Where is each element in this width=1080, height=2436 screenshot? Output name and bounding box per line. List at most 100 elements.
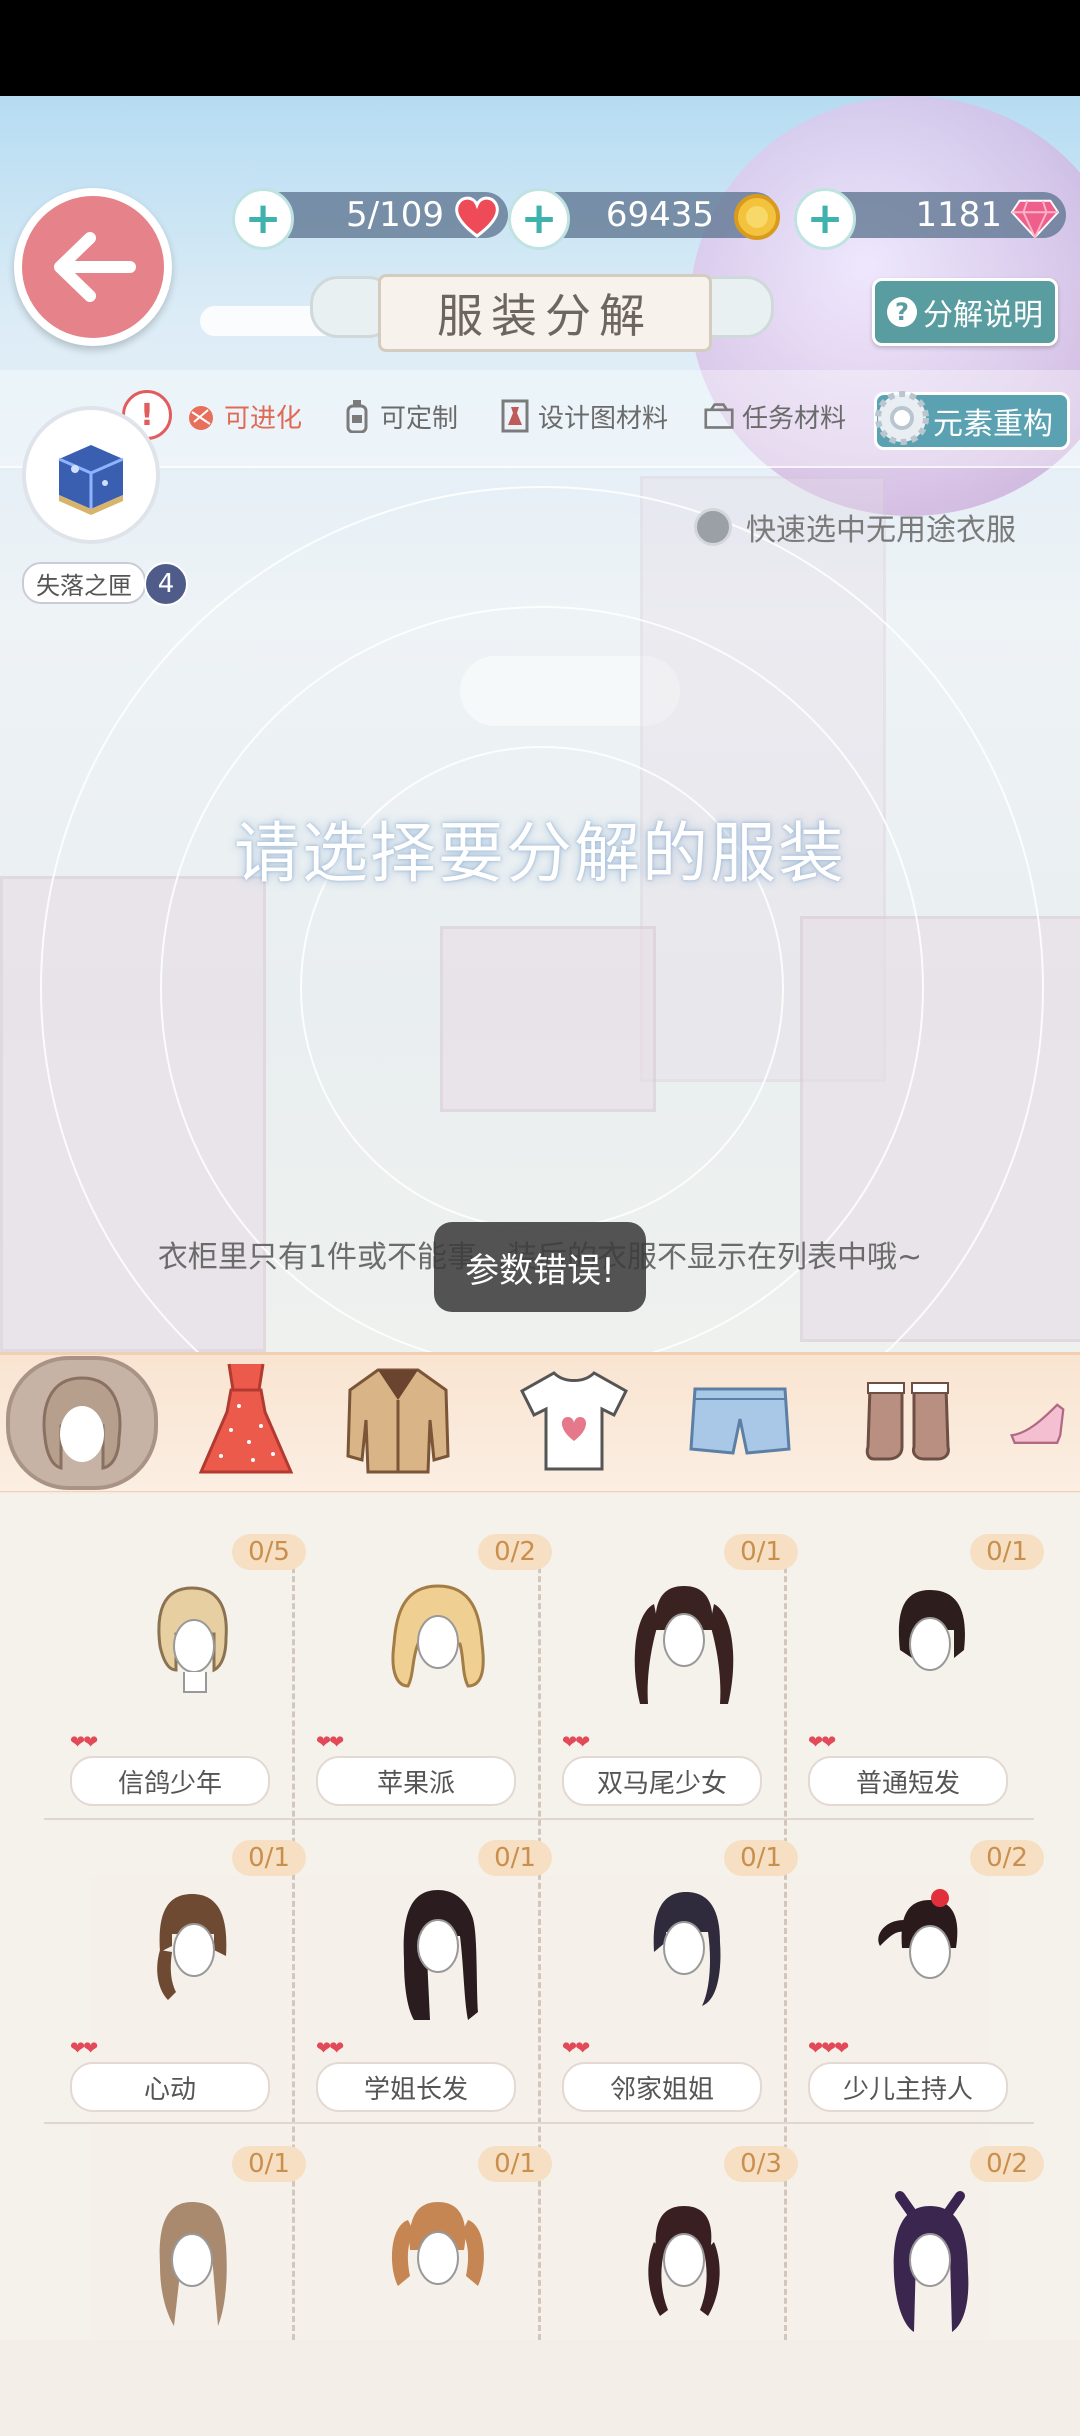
item-count: 0/3 [724,2146,798,2182]
item-card[interactable]: 0/1 [316,2146,560,2436]
item-count: 0/2 [970,2146,1044,2182]
gold-coin-icon [732,192,782,242]
item-card[interactable]: 0/5 ❤❤ 信鸽少年 [70,1534,314,1824]
rarity-hearts: ❤❤ [70,1732,98,1753]
item-count: 0/2 [970,1840,1044,1876]
category-bottom[interactable] [680,1360,800,1480]
diamond-icon [1010,194,1060,244]
design-flask-icon [500,399,530,433]
lost-box-label: 失落之匣 [22,562,146,604]
item-card[interactable]: 0/1 ❤❤ 双马尾少女 [562,1534,806,1824]
item-name: 信鸽少年 [70,1756,270,1806]
hair-navy-side-icon [653,1892,721,2006]
item-name: 心动 [70,2062,270,2112]
select-prompt: 请选择要分解的服装 [234,815,846,892]
item-card[interactable]: 0/1 ❤❤ 心动 [70,1840,314,2130]
rarity-hearts: ❤❤ [316,2038,344,2059]
tshirt-icon [520,1371,628,1471]
hair-orange-twintail-icon [392,2202,484,2286]
coat-icon [346,1368,450,1474]
hair-twintail-icon [634,1586,734,1704]
stamina-value: 5/109 [346,195,444,235]
radio-icon[interactable] [694,508,732,546]
item-name: 学姐长发 [316,2062,516,2112]
item-name: 少儿主持人 [808,2062,1008,2112]
shorts-icon [689,1387,791,1455]
add-diamond-button[interactable]: + [794,188,856,250]
filter-label: 任务材料 [742,403,847,434]
rarity-hearts: ❤❤ [562,1732,590,1753]
rarity-hearts: ❤❤ [316,1732,344,1753]
filter-customizable[interactable]: 可定制 [342,396,458,436]
item-count: 0/1 [478,1840,552,1876]
arrow-left-icon [54,232,136,302]
status-bar [0,0,1080,96]
filter-evolvable[interactable]: 可进化 [186,396,302,436]
category-hair[interactable] [6,1356,158,1490]
item-card[interactable]: 0/1 [70,2146,314,2436]
hair-blonde-short-icon [157,1586,228,1693]
shoes-icon [1009,1403,1065,1444]
item-name: 苹果派 [316,1756,516,1806]
add-stamina-button[interactable]: + [232,188,294,250]
item-count: 0/2 [478,1534,552,1570]
category-shoes[interactable] [1004,1360,1080,1480]
task-box-icon [704,399,734,433]
hair-cat-ear-icon [893,2191,969,2332]
dress-icon [198,1363,294,1474]
category-dress[interactable] [186,1360,306,1480]
element-rebuild-label: 元素重构 [933,407,1053,442]
lost-box-button[interactable] [22,406,160,544]
category-top[interactable] [514,1360,634,1480]
item-card[interactable]: 0/2 ❤❤ 苹果派 [316,1534,560,1824]
socks-icon [865,1382,950,1461]
item-name: 普通短发 [808,1756,1008,1806]
item-card[interactable]: 0/1 ❤❤ 邻家姐姐 [562,1840,806,2130]
quick-select-toggle[interactable]: 快速选中无用途衣服 [694,505,1016,549]
item-count: 0/1 [970,1534,1044,1570]
item-count: 0/1 [232,2146,306,2182]
rarity-hearts: ❤❤❤ [808,2038,849,2059]
item-name: 邻家姐姐 [562,2062,762,2112]
gold-value: 69435 [605,195,714,235]
item-card[interactable]: 0/1 ❤❤ 普通短发 [808,1534,1052,1824]
back-button[interactable] [14,188,172,346]
hair-blonde-wavy-icon [391,1584,485,1688]
rarity-hearts: ❤❤ [808,1732,836,1753]
quick-select-label: 快速选中无用途衣服 [746,513,1016,548]
item-count: 0/1 [232,1840,306,1876]
heart-icon [452,192,502,242]
category-coat[interactable] [338,1360,458,1480]
hair-light-brown-icon [159,2202,227,2326]
lost-box-count: 4 [144,562,188,606]
hair-dark-pigtail-icon [648,2206,720,2316]
hair-long-black-icon [403,1890,478,2020]
hair-brown-braid-icon [157,1894,227,2000]
add-gold-button[interactable]: + [508,188,570,250]
yarn-icon [186,399,216,433]
page-title: 服装分解 [378,274,712,352]
item-card[interactable]: 0/3 [562,2146,806,2436]
diamond-value: 1181 [915,195,1002,235]
item-card[interactable]: 0/2 [808,2146,1052,2436]
item-count: 0/1 [478,2146,552,2182]
rarity-hearts: ❤❤ [70,2038,98,2059]
question-icon: ? [887,297,917,327]
category-socks[interactable] [848,1360,968,1480]
help-label: 分解说明 [923,298,1043,333]
filter-label: 设计图材料 [538,403,669,434]
item-count: 0/1 [724,1534,798,1570]
hair-ponytail-bow-icon [878,1889,958,1979]
hair-icon [42,1376,122,1470]
filter-task-material[interactable]: 任务材料 [704,396,846,436]
treasure-box-icon [58,445,124,515]
item-card[interactable]: 0/2 ❤❤❤ 少儿主持人 [808,1840,1052,2130]
rarity-hearts: ❤❤ [562,2038,590,2059]
decompose-help-button[interactable]: ? 分解说明 [872,278,1058,346]
bottle-icon [342,399,372,433]
item-card[interactable]: 0/1 ❤❤ 学姐长发 [316,1840,560,2130]
gear-icon [872,388,932,448]
filter-design-material[interactable]: 设计图材料 [500,396,668,436]
item-count: 0/5 [232,1534,306,1570]
hair-short-black-icon [898,1590,965,1671]
